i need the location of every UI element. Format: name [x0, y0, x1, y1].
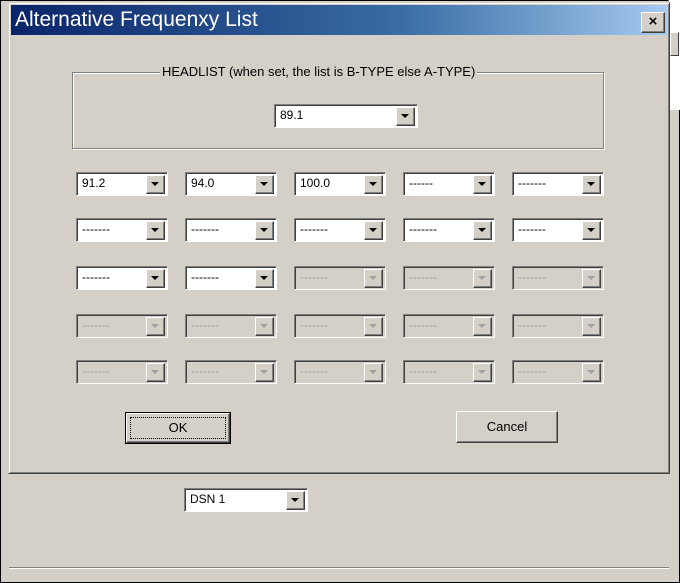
chevron-down-icon[interactable] — [364, 221, 383, 240]
chevron-down-icon — [255, 363, 274, 382]
ok-button[interactable]: OK — [125, 412, 231, 444]
frequency-combo[interactable]: ------- — [76, 266, 168, 290]
chevron-down-icon — [582, 317, 601, 336]
chevron-down-icon[interactable] — [146, 175, 165, 194]
frequency-value: ------- — [191, 222, 219, 236]
frequency-value: ------- — [409, 270, 437, 284]
frequency-combo-disabled: ------- — [512, 266, 604, 290]
frequency-combo[interactable]: ------- — [512, 218, 604, 242]
frequency-value: ------- — [82, 270, 110, 284]
parent-status-divider — [9, 568, 669, 583]
chevron-down-icon[interactable] — [255, 221, 274, 240]
dialog-title: Alternative Frequenxy List — [15, 8, 258, 31]
frequency-value: 91.2 — [82, 176, 106, 190]
frequency-value: ------- — [518, 222, 546, 236]
frequency-value: ------- — [191, 318, 219, 332]
frequency-combo[interactable]: 94.0 — [185, 172, 277, 196]
chevron-down-icon[interactable] — [146, 269, 165, 288]
frequency-value: ------ — [409, 176, 433, 190]
frequency-value: ------- — [409, 222, 437, 236]
frequency-combo[interactable]: ------- — [76, 218, 168, 242]
frequency-combo[interactable]: 91.2 — [76, 172, 168, 196]
frequency-value: ------- — [300, 270, 328, 284]
frequency-value: ------- — [518, 364, 546, 378]
frequency-combo-disabled: ------- — [403, 266, 495, 290]
chevron-down-icon — [364, 269, 383, 288]
frequency-combo[interactable]: ------- — [294, 218, 386, 242]
chevron-down-icon — [473, 269, 492, 288]
chevron-down-icon[interactable] — [582, 221, 601, 240]
frequency-value: ------- — [518, 318, 546, 332]
chevron-down-icon — [364, 317, 383, 336]
frequency-value: ------- — [518, 176, 546, 190]
close-button[interactable]: × — [641, 12, 665, 33]
frequency-combo[interactable]: ------ — [403, 172, 495, 196]
headlist-group-label: HEADLIST (when set, the list is B-TYPE e… — [160, 64, 478, 79]
cancel-button-label: Cancel — [486, 419, 528, 434]
chevron-down-icon[interactable] — [396, 107, 415, 126]
frequency-combo-disabled: ------- — [512, 314, 604, 338]
frequency-combo-disabled: ------- — [294, 314, 386, 338]
frequency-value: ------- — [300, 222, 328, 236]
chevron-down-icon[interactable] — [582, 175, 601, 194]
frequency-combo[interactable]: ------- — [185, 218, 277, 242]
frequency-value: ------- — [191, 270, 219, 284]
headlist-combo-value: 89.1 — [280, 108, 304, 122]
chevron-down-icon[interactable] — [146, 221, 165, 240]
frequency-combo-disabled: ------- — [76, 314, 168, 338]
frequency-value: ------- — [300, 364, 328, 378]
frequency-combo[interactable]: 100.0 — [294, 172, 386, 196]
chevron-down-icon — [473, 317, 492, 336]
cancel-button[interactable]: Cancel — [456, 411, 558, 443]
frequency-combo-disabled: ------- — [403, 314, 495, 338]
chevron-down-icon — [146, 317, 165, 336]
frequency-value: ------- — [409, 318, 437, 332]
frequency-combo[interactable]: ------- — [512, 172, 604, 196]
frequency-combo-disabled: ------- — [185, 314, 277, 338]
frequency-combo-disabled: ------- — [403, 360, 495, 384]
frequency-value: ------- — [300, 318, 328, 332]
frequency-value: ------- — [518, 270, 546, 284]
dsn-combo[interactable]: DSN 1 — [184, 488, 308, 512]
ok-button-label: OK — [168, 420, 188, 435]
parent-scroll-button[interactable] — [670, 32, 679, 56]
chevron-down-icon[interactable] — [255, 175, 274, 194]
frequency-combo[interactable]: ------- — [185, 266, 277, 290]
frequency-value: 100.0 — [300, 176, 331, 190]
chevron-down-icon[interactable] — [473, 221, 492, 240]
chevron-down-icon[interactable] — [364, 175, 383, 194]
chevron-down-icon[interactable] — [255, 269, 274, 288]
frequency-combo-disabled: ------- — [294, 360, 386, 384]
chevron-down-icon — [364, 363, 383, 382]
chevron-down-icon[interactable] — [473, 175, 492, 194]
frequency-value: ------- — [191, 364, 219, 378]
frequency-combo-disabled: ------- — [76, 360, 168, 384]
frequency-combo-disabled: ------- — [185, 360, 277, 384]
frequency-combo-disabled: ------- — [512, 360, 604, 384]
headlist-combo[interactable]: 89.1 — [274, 104, 418, 128]
frequency-combo[interactable]: ------- — [403, 218, 495, 242]
frequency-value: ------- — [82, 222, 110, 236]
dsn-combo-value: DSN 1 — [190, 492, 226, 506]
chevron-down-icon — [582, 363, 601, 382]
chevron-down-icon — [255, 317, 274, 336]
chevron-down-icon — [146, 363, 165, 382]
frequency-value: ------- — [82, 364, 110, 378]
chevron-down-icon[interactable] — [286, 491, 305, 510]
frequency-combo-disabled: ------- — [294, 266, 386, 290]
frequency-value: ------- — [82, 318, 110, 332]
frequency-value: 94.0 — [191, 176, 215, 190]
chevron-down-icon — [473, 363, 492, 382]
title-bar[interactable]: Alternative Frequenxy List × — [11, 5, 667, 35]
frequency-value: ------- — [409, 364, 437, 378]
chevron-down-icon — [582, 269, 601, 288]
